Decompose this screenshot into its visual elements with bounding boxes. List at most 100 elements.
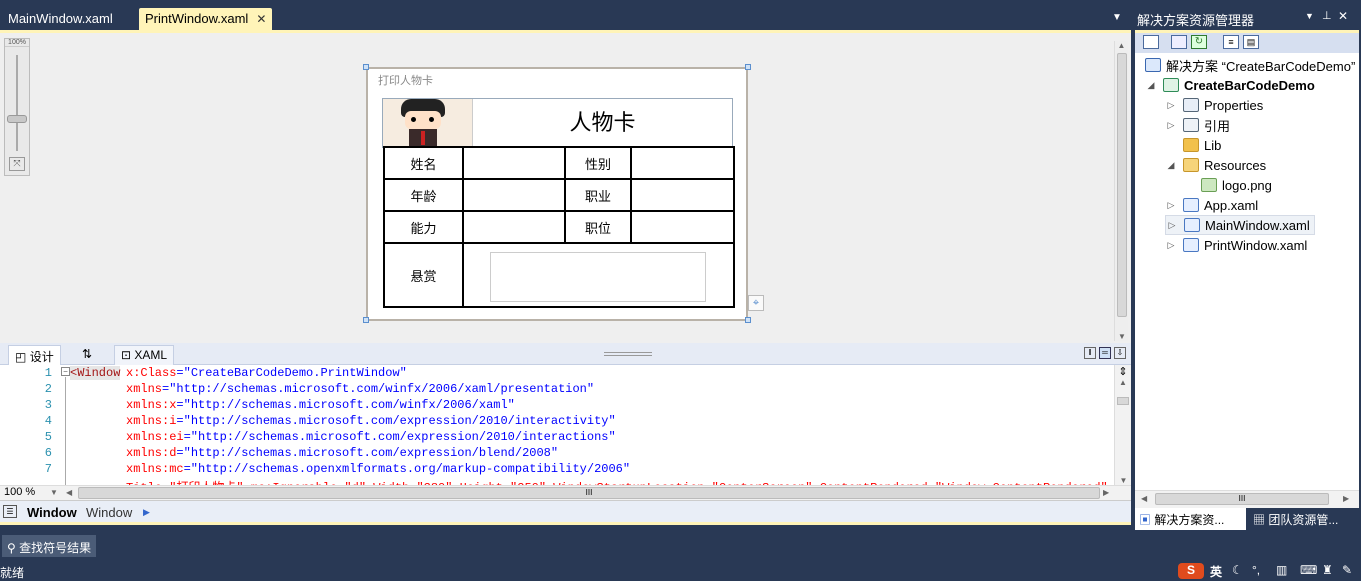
window-preview[interactable]: 打印人物卡 人物卡 姓名 性别 年龄 职业 能力 职位 悬赏 xyxy=(366,67,748,321)
expander-icon[interactable]: ◢ xyxy=(1145,80,1157,91)
scroll-down-icon[interactable]: ▼ xyxy=(1115,332,1129,341)
refresh-icon[interactable]: ↻ xyxy=(1191,35,1207,49)
scroll-right-icon[interactable]: ▶ xyxy=(1343,494,1349,503)
scroll-thumb[interactable]: III xyxy=(78,487,1100,499)
scroll-thumb[interactable] xyxy=(1117,53,1127,317)
expander-icon[interactable]: ▷ xyxy=(1165,120,1177,131)
line-number: 3 xyxy=(44,398,52,412)
scroll-down-icon[interactable]: ▼ xyxy=(1115,476,1131,485)
element-type[interactable]: Window xyxy=(86,505,132,520)
tree-item[interactable]: logo.png xyxy=(1183,175,1272,195)
expander-icon[interactable]: ▷ xyxy=(1165,100,1177,111)
tab-solution-explorer[interactable]: ▣ 解决方案资... xyxy=(1135,508,1246,530)
designer-vertical-scrollbar[interactable]: ▲ ▼ xyxy=(1114,41,1128,341)
split-editor-icon[interactable]: ⇕ xyxy=(1115,365,1131,378)
chevron-right-icon[interactable]: ▶ xyxy=(143,507,150,518)
resize-handle[interactable] xyxy=(363,317,369,323)
tab-design[interactable]: ◰ 设计 xyxy=(8,345,61,365)
xml-value: ="http://schemas.openxmlformats.org/mark… xyxy=(183,462,631,476)
position-label: 职位 xyxy=(564,210,632,244)
tree-item[interactable]: ▷ PrintWindow.xaml xyxy=(1165,235,1308,255)
fit-to-window-icon[interactable]: ⤧ xyxy=(9,157,25,171)
tab-printwindow-xaml[interactable]: PrintWindow.xaml ✕ xyxy=(139,8,273,30)
tool-icon[interactable]: ▥ xyxy=(1276,563,1287,579)
swap-panes-button[interactable]: ⇅ xyxy=(76,345,98,365)
tab-xaml[interactable]: ⊡ XAML xyxy=(114,345,175,365)
swap-icon: ⇅ xyxy=(82,347,93,361)
tab-label: 查找符号结果 xyxy=(19,541,92,555)
name-value-cell xyxy=(462,146,566,180)
pin-icon[interactable]: ⊥ xyxy=(1322,9,1332,22)
age-value-cell xyxy=(462,178,566,212)
tree-item[interactable]: 解决方案 “CreateBarCodeDemo” (1 个项目) xyxy=(1145,55,1359,75)
scroll-left-icon[interactable]: ◀ xyxy=(1141,494,1147,503)
moon-icon[interactable]: ☾ xyxy=(1232,563,1243,579)
gender-label: 性别 xyxy=(564,146,632,180)
line-number: 6 xyxy=(44,446,52,460)
resize-handle[interactable] xyxy=(363,64,369,70)
expander-icon[interactable]: ▷ xyxy=(1165,200,1177,211)
tree-item[interactable]: ▷ Properties xyxy=(1165,95,1264,115)
tree-item[interactable]: ▷ App.xaml xyxy=(1165,195,1259,215)
expander-icon[interactable]: ◢ xyxy=(1165,160,1177,171)
splitter-grip[interactable] xyxy=(604,352,652,356)
xml-attribute: x:Class xyxy=(126,366,177,380)
scroll-up-icon[interactable]: ▲ xyxy=(1115,41,1128,50)
scroll-thumb[interactable]: III xyxy=(1155,493,1329,505)
view-designer-icon[interactable]: ▤ xyxy=(1243,35,1259,49)
tab-team-explorer[interactable]: ▦ 团队资源管... xyxy=(1249,508,1342,530)
punctuation-icon[interactable]: °, xyxy=(1252,563,1260,579)
view-code-icon[interactable]: ≡ xyxy=(1223,35,1239,49)
zoom-thumb[interactable] xyxy=(7,115,27,123)
scroll-thumb[interactable] xyxy=(1117,397,1129,405)
zoom-dropdown-icon[interactable]: ▼ xyxy=(50,488,58,497)
document-outline-icon[interactable]: ☰ xyxy=(3,505,17,518)
xaml-code-editor[interactable]: − 1 <Window x:Class="CreateBarCodeDemo.Pri… xyxy=(0,365,1131,485)
expander-icon[interactable]: ▷ xyxy=(1166,220,1178,231)
tree-item[interactable]: ◢ CreateBarCodeDemo xyxy=(1145,75,1315,95)
editor-vertical-scrollbar[interactable]: ⇕ ▲ ▼ xyxy=(1114,365,1131,485)
horizontal-split-icon[interactable]: ═ xyxy=(1099,347,1111,359)
close-icon[interactable]: ✕ xyxy=(256,12,266,26)
tree-item[interactable]: ▷ 引用 xyxy=(1165,115,1230,135)
editor-zoom-select[interactable]: 100 % xyxy=(4,486,35,498)
occupation-label: 职业 xyxy=(564,178,632,212)
scroll-grip: III xyxy=(1238,494,1246,503)
dropdown-icon[interactable]: ▼ xyxy=(1305,11,1314,21)
resize-handle[interactable] xyxy=(745,317,751,323)
keyboard-icon[interactable]: ⌨ xyxy=(1300,563,1317,579)
tree-item-label: logo.png xyxy=(1222,177,1272,193)
ime-logo-icon[interactable]: S xyxy=(1178,563,1204,579)
tab-mainwindow-xaml[interactable]: MainWindow.xaml xyxy=(2,8,119,30)
close-icon[interactable]: ✕ xyxy=(1338,9,1348,23)
tree-item[interactable]: Lib xyxy=(1165,135,1221,155)
collapse-region-icon[interactable]: − xyxy=(61,367,70,376)
code-line: xmlns:i="http://schemas.microsoft.com/ex… xyxy=(126,414,616,428)
xml-value: ="http://schemas.microsoft.com/winfx/200… xyxy=(176,398,515,412)
explorer-tabs: ▣ 解决方案资... ▦ 团队资源管... xyxy=(1135,508,1359,530)
tree-item[interactable]: ▷ MainWindow.xaml xyxy=(1165,215,1315,235)
scroll-up-icon[interactable]: ▲ xyxy=(1115,378,1131,387)
selected-element[interactable]: Window xyxy=(27,505,77,520)
vertical-split-icon[interactable]: ‖ xyxy=(1084,347,1096,359)
properties-icon[interactable] xyxy=(1143,35,1159,49)
name-label: 姓名 xyxy=(383,146,464,180)
show-all-files-icon[interactable] xyxy=(1171,35,1187,49)
solution-horizontal-scrollbar[interactable]: ◀ III ▶ xyxy=(1135,490,1359,508)
resize-handle[interactable] xyxy=(745,64,751,70)
zoom-slider[interactable]: 100% ⤧ xyxy=(4,38,30,176)
tree-item-label: 解决方案 “CreateBarCodeDemo” (1 个项目) xyxy=(1166,58,1359,74)
expander-icon[interactable]: ▷ xyxy=(1165,240,1177,251)
crosshair-icon[interactable]: ⌖ xyxy=(748,295,764,311)
find-symbol-results-tab[interactable]: ⚲ 查找符号结果 xyxy=(2,535,97,557)
tree-item[interactable]: ◢ Resources xyxy=(1165,155,1267,175)
ime-language-toggle[interactable]: 英 xyxy=(1210,563,1222,579)
wrench-icon[interactable]: ✎ xyxy=(1342,563,1352,579)
gender-value-cell xyxy=(630,146,735,180)
skin-icon[interactable]: ♜ xyxy=(1322,563,1333,579)
collapse-pane-icon[interactable]: ⇩ xyxy=(1114,347,1126,359)
tab-dropdown-icon[interactable]: ▼ xyxy=(1112,12,1122,23)
scroll-right-icon[interactable]: ▶ xyxy=(1103,488,1109,497)
solution-tree: 解决方案 “CreateBarCodeDemo” (1 个项目) ◢ CreateB… xyxy=(1135,53,1359,490)
scroll-left-icon[interactable]: ◀ xyxy=(66,488,72,497)
